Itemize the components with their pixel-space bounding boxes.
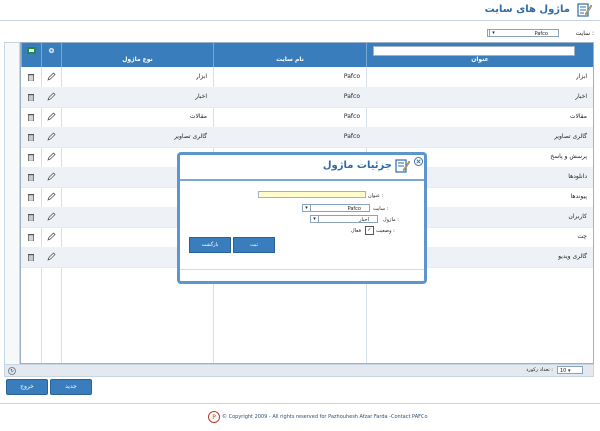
page-size-label: تعداد رکورد : (526, 367, 553, 373)
trash-icon[interactable] (27, 153, 35, 161)
trash-icon[interactable] (27, 213, 35, 221)
title-cell: پیوندها (570, 193, 587, 200)
pencil-icon[interactable] (47, 132, 56, 141)
site-name-cell: Pafco (343, 113, 360, 120)
title-field-label: عنوان : (368, 193, 384, 199)
title-filter-input[interactable] (373, 46, 575, 56)
chevron-down-icon: ▾ (311, 216, 319, 222)
notepad-icon (395, 159, 410, 173)
pencil-icon[interactable] (47, 192, 56, 201)
pencil-icon[interactable] (47, 252, 56, 261)
active-checkbox[interactable]: ✓ (365, 226, 374, 235)
copyright-footer: P © Copyright 2009 - All rights reserved… (0, 403, 600, 431)
title-column-header[interactable]: عنوان (366, 43, 593, 67)
refresh-icon[interactable]: ↻ (8, 367, 16, 375)
page-size-select[interactable]: 10 ▾ (557, 366, 583, 374)
exit-button[interactable]: خروج (6, 379, 48, 395)
pencil-icon[interactable] (47, 172, 56, 181)
chevron-down-icon: ▾ (489, 30, 497, 37)
table-row[interactable]: گالری تصاویر Pafco گالری تصاویر (21, 127, 593, 148)
dialog-header: جزئیات ماژول (180, 155, 424, 181)
export-icon[interactable] (27, 47, 36, 54)
delete-column-header (21, 43, 41, 67)
notepad-icon (577, 3, 592, 17)
site-name-column-header[interactable]: نام سایت (213, 43, 366, 67)
trash-icon[interactable] (27, 73, 35, 81)
title-cell: چت (577, 233, 587, 240)
save-button[interactable]: ثبت (233, 237, 275, 253)
title-cell: گالری تصاویر (553, 133, 587, 140)
module-type-cell: مقالات (189, 113, 207, 120)
site-field-label: سایت : (373, 206, 389, 212)
trash-icon[interactable] (27, 253, 35, 261)
copyright-text: © Copyright 2009 - All rights reserved f… (222, 414, 428, 420)
pencil-icon[interactable] (47, 152, 56, 161)
close-icon[interactable] (414, 157, 423, 166)
trash-icon[interactable] (27, 93, 35, 101)
trash-icon[interactable] (27, 193, 35, 201)
page-header: ماژول های سایت (0, 0, 600, 21)
svg-text:P: P (212, 414, 216, 421)
page-title: ماژول های سایت (484, 4, 570, 15)
pafco-logo: P (208, 411, 220, 423)
module-field-label: ماژول : (383, 217, 399, 223)
grid-pager: ↻ تعداد رکورد : 10 ▾ (4, 364, 594, 377)
title-cell: مقالات (569, 113, 587, 120)
back-button[interactable]: بازگشت (189, 237, 231, 253)
title-field[interactable] (258, 191, 366, 198)
site-filter: سایت : ▾ Pafco (434, 29, 594, 39)
dialog-title: جزئیات ماژول (322, 160, 392, 171)
site-select[interactable]: ▾ Pafco (487, 29, 559, 37)
table-row[interactable]: ابزار Pafco ابزار (21, 67, 593, 88)
status-field-label: وضعیت : (376, 228, 395, 234)
title-cell: گالری ویدیو (558, 253, 587, 260)
site-name-cell: Pafco (343, 73, 360, 80)
trash-icon[interactable] (27, 113, 35, 121)
title-cell: ابزار (575, 73, 587, 80)
trash-icon[interactable] (27, 233, 35, 241)
new-button[interactable]: جدید (50, 379, 92, 395)
table-row[interactable]: اخبار Pafco اخبار (21, 87, 593, 108)
title-cell: کاربران (568, 213, 587, 220)
trash-icon[interactable] (27, 133, 35, 141)
site-name-cell: Pafco (343, 133, 360, 140)
title-cell: اخبار (575, 93, 587, 100)
grid-header: نوع ماژول نام سایت عنوان (21, 43, 593, 67)
module-type-column-header[interactable]: نوع ماژول (61, 43, 213, 67)
site-name-cell: Pafco (343, 93, 360, 100)
module-field-select[interactable]: ▾ اخبار (310, 215, 378, 223)
trash-icon[interactable] (27, 173, 35, 181)
site-field-select[interactable]: ▾ Pafco (302, 204, 370, 212)
title-cell: پرسش و پاسخ (550, 153, 587, 160)
module-type-cell: گالری تصاویر (173, 133, 207, 140)
pencil-icon[interactable] (47, 232, 56, 241)
chevron-down-icon: ▾ (303, 205, 311, 211)
module-type-cell: ابزار (195, 73, 207, 80)
module-details-dialog: جزئیات ماژول عنوان : سایت : ▾ Pafco ماژو… (177, 152, 427, 284)
pencil-icon[interactable] (47, 212, 56, 221)
module-type-cell: اخبار (195, 93, 207, 100)
title-cell: دانلودها (568, 173, 587, 180)
pencil-icon[interactable] (47, 112, 56, 121)
pencil-icon[interactable] (47, 72, 56, 81)
settings-icon[interactable] (48, 47, 55, 54)
site-filter-label: سایت : (575, 30, 594, 37)
active-checkbox-label: فعال (351, 228, 361, 234)
grid-side-panel (4, 42, 20, 366)
table-row[interactable]: مقالات Pafco مقالات (21, 107, 593, 128)
pencil-icon[interactable] (47, 92, 56, 101)
edit-column-header (41, 43, 61, 67)
dialog-footer-divider (180, 269, 424, 270)
